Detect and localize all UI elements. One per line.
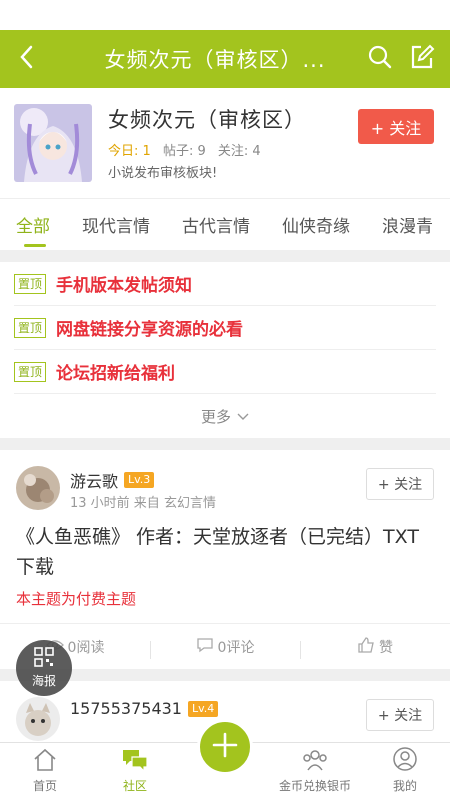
group-icon [301,748,329,775]
username[interactable]: 游云歌 [70,468,118,492]
tab-xianxia[interactable]: 仙侠奇缘 [266,199,366,250]
posts-count: 帖子: 9 [162,144,206,159]
level-badge: Lv.3 [124,472,155,488]
nav-profile-label: 我的 [392,779,417,793]
nav-home-label: 首页 [32,779,57,793]
follow-forum-button[interactable]: + 关注 [358,109,434,144]
forum-header: 女频次元（审核区） 今日: 1 帖子: 9 关注: 4 小说发布审核板块! + … [0,88,450,198]
search-button[interactable] [366,45,394,73]
compose-button[interactable] [408,44,436,74]
follows-count: 关注: 4 [217,144,261,159]
tab-all[interactable]: 全部 [0,199,66,250]
tab-ancient-romance[interactable]: 古代言情 [166,199,266,250]
more-button[interactable]: 更多 [14,394,436,438]
nav-profile[interactable]: 我的 [360,743,450,800]
pinned-list: 置顶 手机版本发帖须知 置顶 网盘链接分享资源的必看 置顶 论坛招新给福利 更多 [0,262,450,438]
tab-modern-romance[interactable]: 现代言情 [66,199,166,250]
category-tabs: 全部 现代言情 古代言情 仙侠奇缘 浪漫青 [0,198,450,250]
like-label: 赞 [379,639,393,656]
pinned-item[interactable]: 置顶 网盘链接分享资源的必看 [14,306,436,350]
follow-user-button[interactable]: + 关注 [366,699,434,731]
avatar[interactable] [16,466,60,510]
paid-notice: 本主题为付费主题 [16,590,137,608]
pinned-item[interactable]: 置顶 论坛招新给福利 [14,350,436,394]
forum-stats: 今日: 1 帖子: 9 关注: 4 [108,140,269,159]
qr-code-icon [34,647,54,670]
nav-home[interactable]: 首页 [0,743,90,800]
level-badge: Lv.4 [187,700,219,717]
poster-button[interactable]: 海报 [16,640,72,696]
chevron-down-icon [237,407,249,425]
nav-bar: 女频次元（审核区）... [0,30,450,88]
edit-icon [409,44,435,74]
user-icon [392,746,418,775]
pinned-tag: 置顶 [14,317,47,338]
pinned-tag: 置顶 [14,273,47,294]
pinned-title: 手机版本发帖须知 [56,276,193,296]
poster-label: 海报 [31,674,56,688]
comment-icon [196,637,214,657]
status-bar [0,0,450,30]
tab-romance-youth[interactable]: 浪漫青 [366,199,449,250]
like-button[interactable]: 赞 [300,636,450,659]
back-button[interactable] [0,30,54,88]
more-label: 更多 [200,407,231,426]
post-card[interactable]: 游云歌 Lv.3 13 小时前 来自 玄幻言情 + 关注 《人鱼恶礁》 作者：天… [0,450,450,669]
chat-icon [121,748,149,775]
nav-exchange[interactable]: 金币兑换银币 [270,743,360,800]
today-count: 今日: 1 [108,144,151,159]
nav-exchange-label: 金币兑换银币 [278,779,351,793]
nav-community[interactable]: 社区 [90,743,180,800]
post-meta: 13 小时前 来自 玄幻言情 [70,496,216,511]
pinned-item[interactable]: 置顶 手机版本发帖须知 [14,262,436,306]
plus-icon [212,732,238,762]
forum-description: 小说发布审核板块! [108,166,218,181]
pinned-title: 网盘链接分享资源的必看 [56,320,244,340]
avatar[interactable] [16,697,60,741]
home-icon [32,748,58,775]
bottom-nav: 首页 社区 金币兑换银币 我的 [0,719,450,800]
comments-label: 0评论 [217,639,255,656]
forum-avatar [14,104,92,182]
pinned-title: 论坛招新给福利 [56,364,176,384]
username[interactable]: 15755375431 [70,699,182,718]
search-icon [367,44,393,74]
post-title[interactable]: 《人鱼恶礁》 作者：天堂放逐者（已完结）TXT下载 [0,522,450,582]
follow-user-button[interactable]: + 关注 [366,468,434,500]
comment-button[interactable]: 0评论 [150,637,300,659]
nav-community-label: 社区 [122,779,147,793]
views-label: 0阅读 [67,639,105,656]
chevron-left-icon [17,44,37,74]
forum-name: 女频次元（审核区） [108,108,306,132]
pinned-tag: 置顶 [14,361,47,382]
thumb-up-icon [357,636,375,657]
create-post-button[interactable] [197,719,253,775]
page-title: 女频次元（审核区）... [104,48,326,72]
